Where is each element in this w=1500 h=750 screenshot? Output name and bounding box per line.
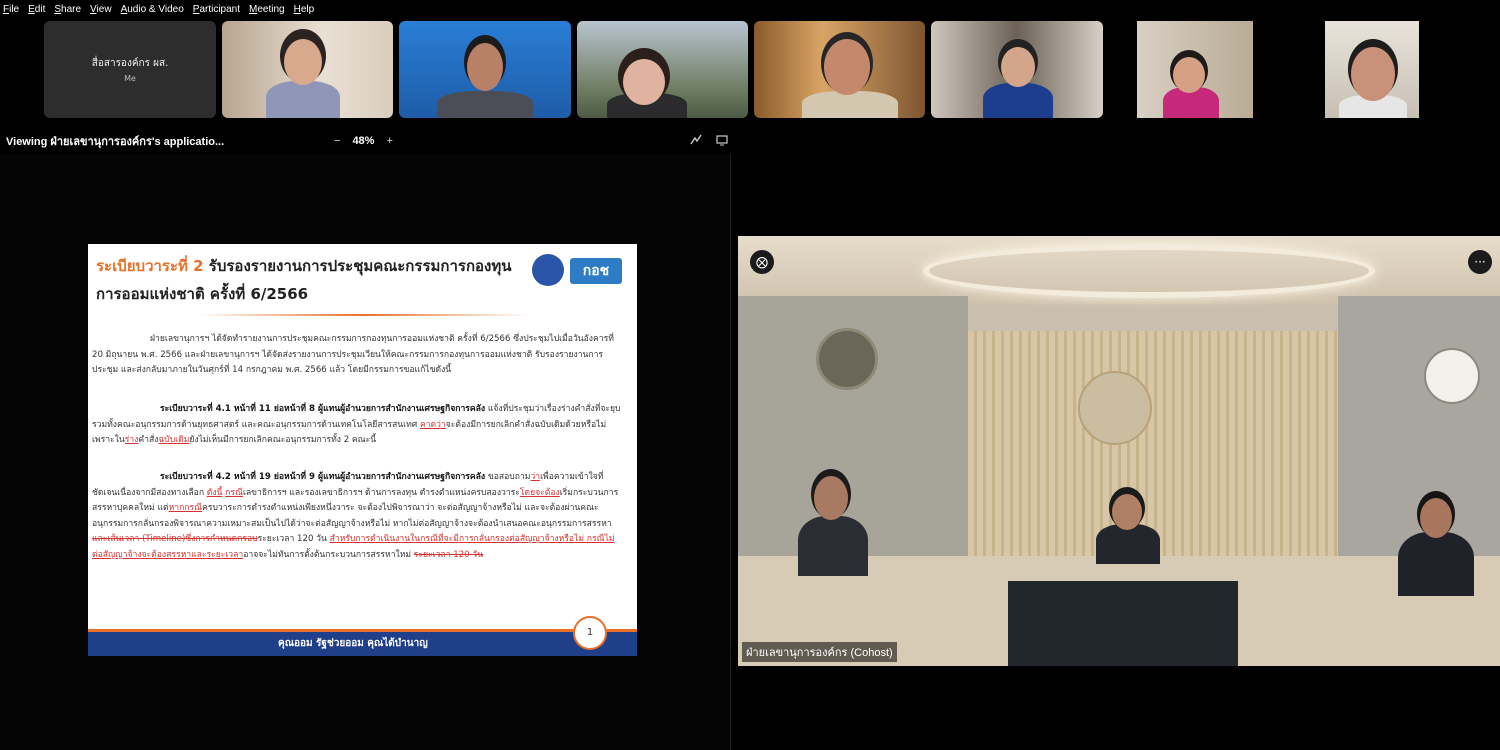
p2-text-d: ยังไม่เห็นมีการยกเลิกคณะอนุกรรมการทั้ง 2… (189, 435, 377, 446)
speaker-name-label: ฝ่ายเลขานุการองค์กร (Cohost) (742, 642, 897, 662)
menu-participant[interactable]: Participant (190, 4, 246, 15)
footer-slogan: คุณออม รัฐช่วยออม คุณได้บำนาญ (278, 638, 428, 649)
p3-text-a: ขอสอบถาม (485, 472, 531, 482)
slide-title-line2: การออมแห่งชาติ ครั้งที่ 6/2566 (96, 285, 309, 303)
share-tools (690, 134, 728, 149)
screen-icon[interactable] (716, 134, 728, 149)
p3-edit-1: ว่า (530, 472, 541, 482)
menu-file[interactable]: File (0, 4, 25, 15)
slide-footer: คุณออม รัฐช่วยออม คุณได้บำนาญ (88, 629, 637, 656)
video-portrait (816, 328, 878, 390)
participant-tile-8[interactable] (1287, 21, 1457, 118)
menu-help[interactable]: Help (291, 4, 321, 15)
participant-tile-4[interactable] (577, 21, 748, 118)
zoom-out-button[interactable]: − (334, 135, 340, 147)
zoom-controls: − 48% + (334, 135, 393, 147)
pin-icon[interactable]: ⨂ (750, 250, 774, 274)
share-view-bar: Viewing ฝ่ายเลขานุการองค์กร's applicatio… (0, 130, 730, 152)
me-tag: Me (124, 74, 136, 83)
ministry-seal-icon (532, 254, 564, 286)
video-table-front (1008, 581, 1238, 666)
zoom-in-button[interactable]: + (386, 135, 392, 147)
slide-paragraph-1: ฝ่ายเลขานุการฯ ได้จัดทำรายงานการประชุมคณ… (92, 334, 614, 376)
p3-text-g: ระยะเวลา 120 วัน (257, 534, 330, 545)
p3-edit-4: โดยจะต้อง (519, 487, 560, 498)
participant-strip: สื่อสารองค์กร ผส. Me (0, 21, 1500, 118)
more-options-icon[interactable]: ··· (1468, 250, 1492, 274)
menu-share[interactable]: Share (51, 4, 87, 15)
slide-title: ระเบียบวาระที่ 2 รับรองรายงานการประชุมคณ… (96, 254, 512, 278)
fund-logo: กอช (570, 258, 622, 284)
p3-edit-2: ดังนี้ (206, 487, 223, 498)
video-ceiling-light (923, 244, 1375, 298)
menu-bar: File Edit Share View Audio & Video Parti… (0, 0, 1500, 18)
agenda-4-1-heading: ระเบียบวาระที่ 4.1 หน้าที่ 11 ย่อหน้าที่… (160, 404, 486, 414)
p3-edit-5: หากกรณี (168, 503, 203, 514)
participant-tile-me[interactable]: สื่อสารองค์กร ผส. Me (44, 21, 216, 118)
slide-title-rest: รับรองรายงานการประชุมคณะกรรมการกองทุน (203, 257, 512, 275)
slide-page-number: 1 (573, 616, 607, 650)
shared-slide: ระเบียบวาระที่ 2 รับรองรายงานการประชุมคณ… (88, 244, 637, 656)
p3-deleted-2: ระยะเวลา 120 วัน (413, 549, 484, 560)
p2-edit-2: ร่าง (124, 435, 139, 446)
p2-text-c: คำสั่ง (138, 435, 159, 446)
video-wood-panel (968, 331, 1338, 561)
participant-tile-2[interactable] (222, 21, 393, 118)
title-divider (198, 314, 528, 316)
menu-view[interactable]: View (87, 4, 118, 15)
annotate-icon[interactable] (690, 134, 702, 149)
p3-edit-3: กรณี (225, 487, 243, 498)
menu-audio-video[interactable]: Audio & Video (118, 4, 190, 15)
p2-edit-1: คาดว่า (419, 419, 446, 430)
participant-tile-5[interactable] (754, 21, 925, 118)
participant-name: สื่อสารองค์กร ผส. (91, 58, 169, 69)
participant-tile-7[interactable] (1109, 21, 1281, 118)
active-speaker-video[interactable]: ⨂ ··· ฝ่ายเลขานุการองค์กร (Cohost) (738, 236, 1500, 666)
p3-text-h: อาจจะไม่ทันการตั้งต้นกระบวนการสรรหาใหม่ (243, 549, 414, 560)
video-wall-clock (1424, 348, 1480, 404)
slide-paragraph-2: ระเบียบวาระที่ 4.1 หน้าที่ 11 ย่อหน้าที่… (92, 402, 621, 449)
slide-title-agenda: ระเบียบวาระที่ 2 (96, 257, 204, 275)
video-emblem (1078, 371, 1152, 445)
p3-text-d: เลขาธิการฯ และรองเลขาธิการฯ ด้านการลงทุน… (242, 487, 520, 498)
p2-edit-3: ฉบับเดิม (158, 435, 190, 446)
viewing-label: Viewing ฝ่ายเลขานุการองค์กร's applicatio… (6, 136, 225, 148)
menu-edit[interactable]: Edit (25, 4, 51, 15)
slide-paragraph-3: ระเบียบวาระที่ 4.2 หน้าที่ 19 ย่อหน้าที่… (92, 470, 621, 564)
participant-tile-6[interactable] (931, 21, 1103, 118)
participant-tile-3[interactable] (399, 21, 571, 118)
p3-deleted-1: และเส้นเวลา (Timeline)ซึ่งการกำหนดกรอบ (92, 534, 258, 545)
zoom-level: 48% (352, 135, 375, 147)
agenda-4-2-heading: ระเบียบวาระที่ 4.2 หน้าที่ 19 ย่อหน้าที่… (160, 472, 486, 482)
menu-meeting[interactable]: Meeting (246, 4, 291, 15)
